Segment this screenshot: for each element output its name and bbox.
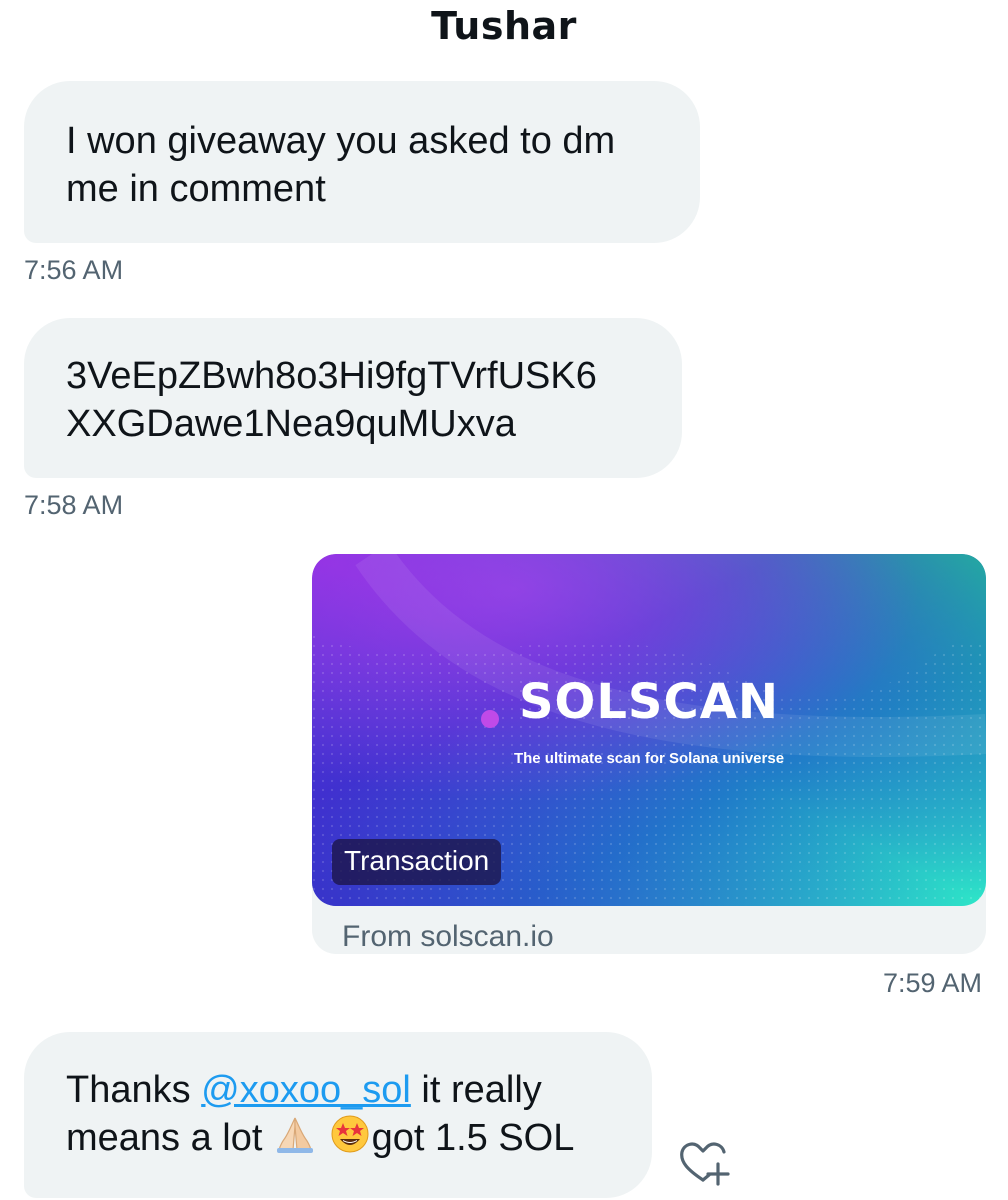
message-text: Thanks @xoxoo_sol it really means a lot … — [66, 1066, 622, 1166]
message-text: I won giveaway you asked to dm me in com… — [66, 120, 616, 210]
message-text-line: 3VeEpZBwh8o3Hi9fgTVrfUSK6 — [66, 355, 597, 397]
message-bubble[interactable]: Thanks @xoxoo_sol it really means a lot … — [24, 1032, 652, 1198]
message-bubble[interactable]: I won giveaway you asked to dm me in com… — [24, 81, 700, 243]
message-text-part: got 1.5 SOL — [371, 1117, 575, 1159]
card-tagline: The ultimate scan for Solana universe — [513, 750, 785, 767]
add-reaction-icon[interactable] — [676, 1134, 732, 1190]
star-struck-emoji — [330, 1114, 370, 1166]
link-preview-image[interactable]: SOLSCAN The ultimate scan for Solana uni… — [312, 554, 986, 906]
message-text-part: Thanks — [66, 1069, 202, 1111]
message-text: 3VeEpZBwh8o3Hi9fgTVrfUSK6 XXGDawe1Nea9qu… — [66, 352, 652, 448]
transaction-badge: Transaction — [332, 839, 502, 885]
link-source[interactable]: From solscan.io — [342, 920, 554, 954]
message-bubble[interactable]: 3VeEpZBwh8o3Hi9fgTVrfUSK6 XXGDawe1Nea9qu… — [24, 318, 682, 478]
message-timestamp: 7:58 AM — [24, 490, 124, 520]
link-preview-card[interactable]: SOLSCAN The ultimate scan for Solana uni… — [312, 554, 986, 954]
message-text-line: XXGDawe1Nea9quMUxva — [66, 403, 516, 445]
praying-hands-emoji — [275, 1114, 315, 1166]
message-timestamp: 7:56 AM — [24, 255, 124, 285]
message-timestamp: 7:59 AM — [882, 968, 982, 998]
solscan-logo: SOLSCAN — [518, 674, 780, 730]
mention-link[interactable]: @xoxoo_sol — [201, 1069, 411, 1111]
conversation-title: Tushar — [431, 4, 577, 48]
